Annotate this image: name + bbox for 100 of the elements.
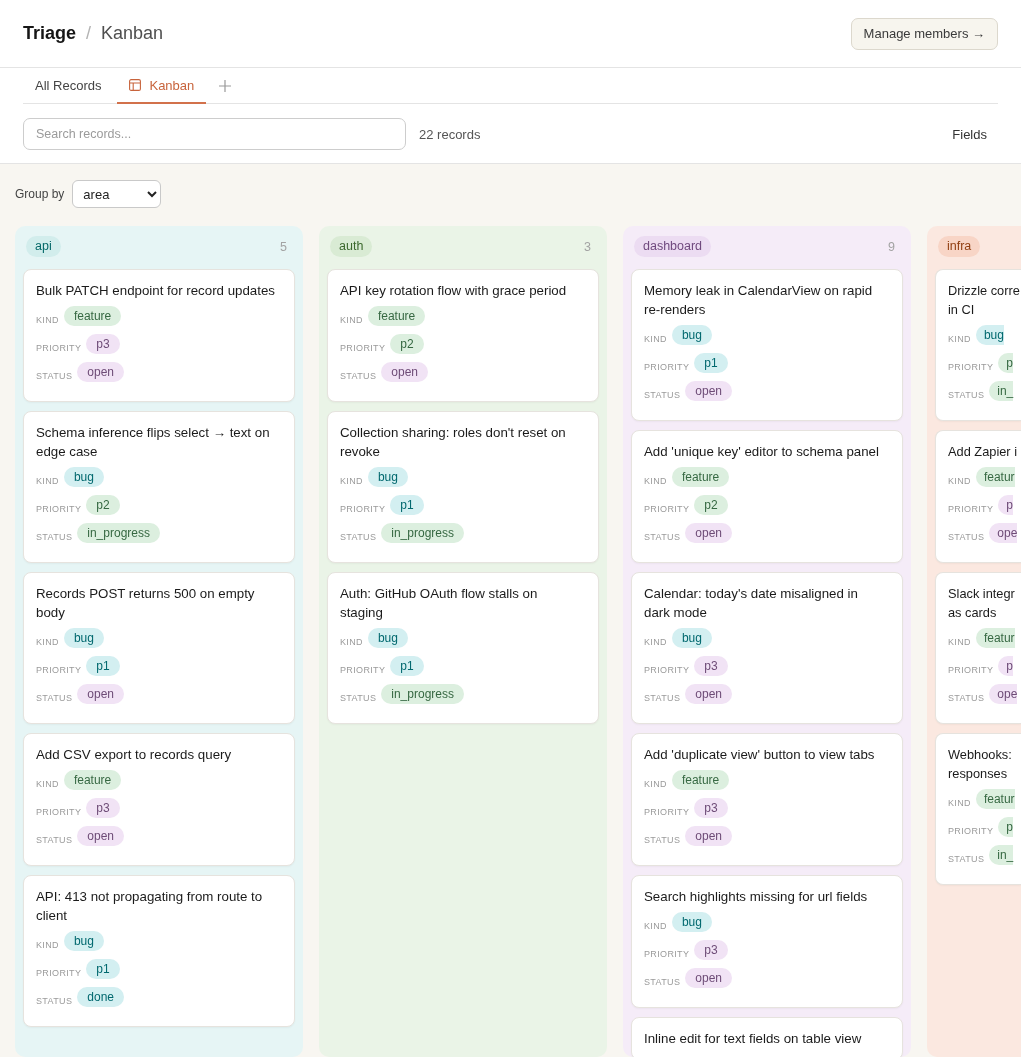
column-count: 9: [888, 239, 895, 254]
field-label: PRIORITY: [36, 342, 82, 354]
field-tag: bug: [367, 628, 408, 648]
field-label: STATUS: [36, 692, 73, 704]
field-tag: p3: [694, 798, 728, 818]
card-title: Webhooks: responses: [948, 746, 1013, 783]
field-tag: feature: [367, 306, 426, 326]
breadcrumb-current: Kanban: [101, 23, 164, 44]
field-label: KIND: [644, 333, 667, 345]
field-label: KIND: [948, 636, 971, 648]
field-label: STATUS: [340, 531, 377, 543]
fields-button[interactable]: Fields: [941, 120, 998, 148]
field-label: KIND: [340, 314, 363, 326]
field-tag: ope: [989, 684, 1018, 704]
card-title: API: 413 not propagating from route to client: [36, 888, 264, 925]
record-card[interactable]: API key rotation flow with grace period KIND feature PRIORITY p2 STATUS open: [327, 269, 599, 402]
record-card[interactable]: Add 'duplicate view' button to view tabs KIND feature PRIORITY p3 STATUS open: [631, 733, 903, 866]
record-card[interactable]: Auth: GitHub OAuth flow stalls on staging KIND bug PRIORITY p1 STATUS in_progress: [327, 572, 599, 724]
field-label: STATUS: [36, 531, 73, 543]
record-card[interactable]: Bulk PATCH endpoint for record updates KIND feature PRIORITY p3 STATUS open: [23, 269, 295, 402]
field-tag: bug: [367, 467, 408, 487]
field-tag: bug: [63, 628, 104, 648]
field-label: KIND: [644, 475, 667, 487]
field-label: PRIORITY: [340, 342, 386, 354]
card-title: Drizzle corre in CI: [948, 282, 1021, 319]
field-label: KIND: [644, 778, 667, 790]
field-tag: open: [685, 381, 732, 401]
view-tab[interactable]: All Records: [23, 68, 114, 104]
field-label: PRIORITY: [340, 503, 386, 515]
record-card[interactable]: Schema inference flips select → text on edge case KIND bug PRIORITY p2 STATUS in_progress: [23, 411, 295, 563]
plus-icon[interactable]: [219, 79, 232, 92]
record-card[interactable]: Collection sharing: roles don't reset on revoke KIND bug PRIORITY p1 STATUS in_progress: [327, 411, 599, 563]
field-label: KIND: [36, 314, 59, 326]
card-title: Inline edit for text fields on table view: [644, 1030, 863, 1048]
manage-members-button[interactable]: Manage members →: [850, 17, 998, 50]
field-tag: p1: [694, 353, 728, 373]
group-by-select[interactable]: area: [72, 180, 162, 208]
record-card[interactable]: Search highlights missing for url fields KIND bug PRIORITY p3 STATUS open: [631, 875, 903, 1008]
field-tag: open: [77, 362, 124, 382]
breadcrumb-title: Triage: [23, 23, 77, 44]
field-label: PRIORITY: [36, 664, 82, 676]
field-tag: bug: [63, 931, 104, 951]
record-card[interactable]: Add CSV export to records query KIND feature PRIORITY p3 STATUS open: [23, 733, 295, 866]
field-label: PRIORITY: [948, 361, 994, 373]
field-tag: in_: [989, 381, 1014, 401]
field-tag: p3: [86, 798, 120, 818]
field-tag: open: [381, 362, 428, 382]
field-label: STATUS: [948, 692, 985, 704]
field-label: STATUS: [948, 389, 985, 401]
record-card[interactable]: API: 413 not propagating from route to client KIND bug PRIORITY p1 STATUS done: [23, 875, 295, 1027]
field-tag: p1: [86, 656, 120, 676]
record-card[interactable]: Add Zapier i KIND featur PRIORITY p STATUS ope: [935, 430, 1021, 563]
field-tag: open: [685, 968, 732, 988]
card-title: Records POST returns 500 on empty body: [36, 585, 256, 622]
field-label: PRIORITY: [948, 664, 994, 676]
field-label: PRIORITY: [644, 664, 690, 676]
card-title: Collection sharing: roles don't reset on revoke: [340, 424, 567, 461]
field-tag: featur: [975, 467, 1015, 487]
record-card[interactable]: Webhooks: responses KIND featur PRIORITY p STATUS in_: [935, 733, 1021, 885]
field-tag: p1: [390, 495, 424, 515]
record-card[interactable]: Memory leak in CalendarView on rapid re-renders KIND bug PRIORITY p1 STATUS open: [631, 269, 903, 421]
card-title: Memory leak in CalendarView on rapid re-renders: [644, 282, 874, 319]
field-label: STATUS: [644, 389, 681, 401]
record-card[interactable]: Inline edit for text fields on table view: [631, 1017, 903, 1057]
record-card[interactable]: Calendar: today's date misaligned in dark mode KIND bug PRIORITY p3 STATUS open: [631, 572, 903, 724]
field-tag: in_progress: [381, 684, 464, 704]
field-label: PRIORITY: [644, 361, 690, 373]
field-tag: bug: [671, 628, 712, 648]
field-label: STATUS: [36, 834, 73, 846]
field-label: KIND: [644, 636, 667, 648]
field-label: STATUS: [340, 370, 377, 382]
field-tag: p: [998, 353, 1013, 373]
field-label: STATUS: [644, 531, 681, 543]
search-field[interactable]: Search records...: [23, 118, 406, 150]
field-tag: p1: [390, 656, 424, 676]
record-count: 22 records: [419, 126, 481, 142]
field-tag: bug: [975, 325, 1004, 345]
field-tag: p3: [694, 656, 728, 676]
column-tag: dashboard: [634, 236, 712, 257]
field-tag: open: [77, 684, 124, 704]
field-tag: p2: [390, 334, 424, 354]
field-tag: bug: [671, 325, 712, 345]
field-label: KIND: [340, 636, 363, 648]
breadcrumb-separator: /: [86, 23, 92, 44]
field-label: PRIORITY: [36, 503, 82, 515]
card-title: Slack integr as cards: [948, 585, 1016, 622]
table-icon: [129, 79, 142, 91]
field-label: PRIORITY: [644, 806, 690, 818]
field-tag: in_: [989, 845, 1014, 865]
field-tag: p: [998, 817, 1013, 837]
record-card[interactable]: Add 'unique key' editor to schema panel KIND feature PRIORITY p2 STATUS open: [631, 430, 903, 563]
field-label: PRIORITY: [644, 503, 690, 515]
field-label: PRIORITY: [340, 664, 386, 676]
field-tag: p2: [86, 495, 120, 515]
record-card[interactable]: Slack integr as cards KIND featur PRIORITY p STATUS ope: [935, 572, 1021, 724]
field-tag: p1: [86, 959, 120, 979]
field-tag: feature: [63, 770, 122, 790]
record-card[interactable]: Records POST returns 500 on empty body KIND bug PRIORITY p1 STATUS open: [23, 572, 295, 724]
field-label: KIND: [36, 939, 59, 951]
record-card[interactable]: Drizzle corre in CI KIND bug PRIORITY p STATUS in_: [935, 269, 1021, 421]
